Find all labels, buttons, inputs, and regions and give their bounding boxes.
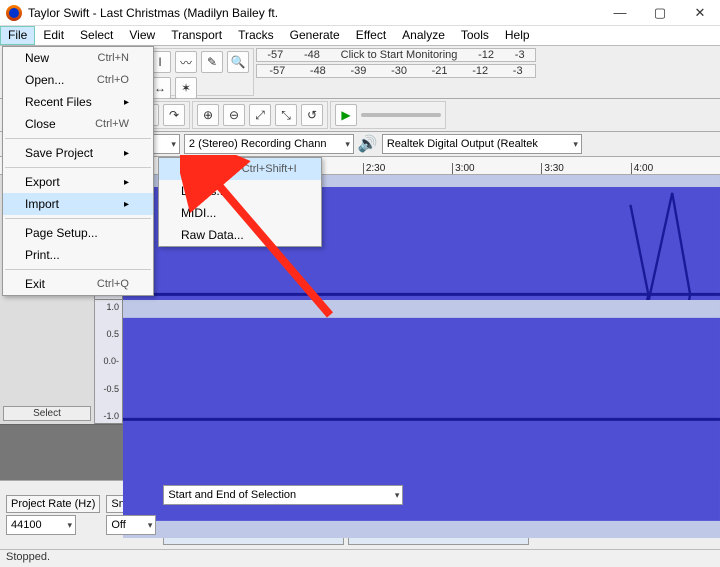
- track-select-button[interactable]: Select: [3, 406, 91, 421]
- playback-meter[interactable]: -57 -48 -39 -30 -21 -12 -3: [256, 64, 536, 78]
- speaker-icon: 🔊: [358, 134, 378, 154]
- envelope-tool-icon[interactable]: 〰: [175, 51, 197, 73]
- channels-combo[interactable]: 2 (Stereo) Recording Chann: [184, 134, 354, 154]
- project-rate-label: Project Rate (Hz): [6, 495, 100, 513]
- zoom-toolbar: ⊕ ⊖ ⤢ ⤡ ↺: [192, 101, 328, 129]
- zoomin-icon[interactable]: ⊕: [197, 104, 219, 126]
- fit-sel-icon[interactable]: ⤢: [249, 104, 271, 126]
- maximize-button[interactable]: ▢: [640, 0, 680, 26]
- menu-item-print[interactable]: Print...: [3, 244, 153, 266]
- menu-help[interactable]: Help: [497, 26, 538, 45]
- menu-item-close[interactable]: CloseCtrl+W: [3, 113, 153, 135]
- menu-select[interactable]: Select: [72, 26, 121, 45]
- play-at-speed-toolbar: ▶: [330, 101, 446, 129]
- menu-item-import-raw[interactable]: Raw Data...: [159, 224, 321, 246]
- menu-item-open[interactable]: Open...Ctrl+O: [3, 69, 153, 91]
- file-menu-dropdown: NewCtrl+N Open...Ctrl+O Recent Files Clo…: [2, 46, 154, 296]
- snap-combo[interactable]: Off: [106, 515, 156, 535]
- menu-tracks[interactable]: Tracks: [230, 26, 282, 45]
- play-speed-icon[interactable]: ▶: [335, 104, 357, 126]
- import-submenu: Audio...Ctrl+Shift+I Labels... MIDI... R…: [158, 157, 322, 247]
- menu-item-import-audio[interactable]: Audio...Ctrl+Shift+I: [159, 158, 321, 180]
- draw-tool-icon[interactable]: ✎: [201, 51, 223, 73]
- menu-item-import[interactable]: Import: [3, 193, 153, 215]
- menu-effect[interactable]: Effect: [348, 26, 394, 45]
- menu-item-save-project[interactable]: Save Project: [3, 142, 153, 164]
- zoom-toggle-icon[interactable]: ↺: [301, 104, 323, 126]
- menu-bar: File Edit Select View Transport Tracks G…: [0, 26, 720, 46]
- zoom-tool-icon[interactable]: 🔍: [227, 51, 249, 73]
- speed-slider[interactable]: [361, 113, 441, 117]
- menu-tools[interactable]: Tools: [453, 26, 497, 45]
- status-bar: Stopped.: [0, 549, 720, 567]
- channel-right[interactable]: 1.00.50.0--0.5-1.0: [95, 300, 720, 425]
- menu-edit[interactable]: Edit: [35, 26, 72, 45]
- menu-item-page-setup[interactable]: Page Setup...: [3, 222, 153, 244]
- fit-proj-icon[interactable]: ⤡: [275, 104, 297, 126]
- recording-meter[interactable]: -57 -48 Click to Start Monitoring -12 -3: [256, 48, 536, 62]
- menu-transport[interactable]: Transport: [163, 26, 230, 45]
- menu-item-import-midi[interactable]: MIDI...: [159, 202, 321, 224]
- menu-file[interactable]: File: [0, 26, 35, 45]
- selection-mode-combo[interactable]: Start and End of Selection: [163, 485, 403, 505]
- tools-toolbar: I 〰 ✎ 🔍 ↔ ✶: [144, 48, 254, 96]
- zoomout-icon[interactable]: ⊖: [223, 104, 245, 126]
- title-bar: Taylor Swift - Last Christmas (Madilyn B…: [0, 0, 720, 26]
- menu-item-export[interactable]: Export: [3, 171, 153, 193]
- menu-generate[interactable]: Generate: [282, 26, 348, 45]
- multi-tool-icon[interactable]: ✶: [175, 77, 197, 99]
- minimize-button[interactable]: —: [600, 0, 640, 26]
- redo-icon[interactable]: ↷: [163, 104, 185, 126]
- close-button[interactable]: ✕: [680, 0, 720, 26]
- menu-analyze[interactable]: Analyze: [394, 26, 453, 45]
- amp-scale: 1.00.50.0--0.5-1.0: [95, 300, 123, 424]
- menu-item-exit[interactable]: ExitCtrl+Q: [3, 273, 153, 295]
- window-title: Taylor Swift - Last Christmas (Madilyn B…: [28, 6, 600, 20]
- menu-item-import-labels[interactable]: Labels...: [159, 180, 321, 202]
- menu-item-recent[interactable]: Recent Files: [3, 91, 153, 113]
- output-device-combo[interactable]: Realtek Digital Output (Realtek: [382, 134, 582, 154]
- menu-view[interactable]: View: [121, 26, 163, 45]
- app-icon: [6, 5, 22, 21]
- project-rate-combo[interactable]: 44100: [6, 515, 76, 535]
- menu-item-new[interactable]: NewCtrl+N: [3, 47, 153, 69]
